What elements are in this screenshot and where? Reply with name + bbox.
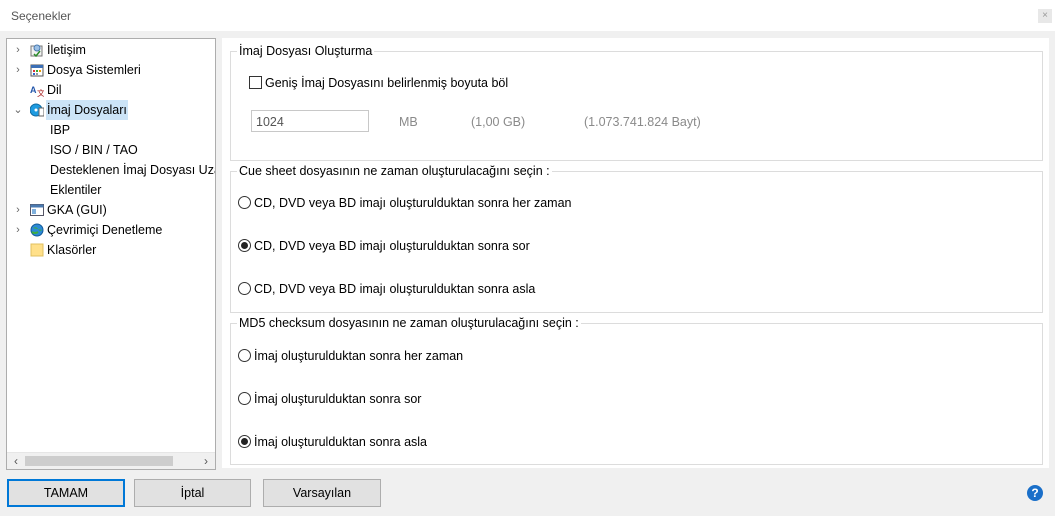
scroll-left-icon[interactable]: ‹	[8, 453, 24, 469]
md5-group: MD5 checksum dosyasının ne zaman oluştur…	[230, 316, 1043, 465]
folder-icon	[30, 243, 44, 257]
cue-option-ask[interactable]: CD, DVD veya BD imajı oluşturulduktan so…	[254, 239, 530, 253]
defaults-button[interactable]: Varsayılan	[263, 479, 381, 507]
tree-item-label: İmaj Dosyaları	[46, 100, 128, 120]
tree-item-label: Klasörler	[47, 243, 97, 257]
size-bytes: (1.073.741.824 Bayt)	[584, 115, 701, 129]
gui-icon	[30, 204, 44, 216]
group-title: İmaj Dosyası Oluşturma	[237, 44, 375, 58]
online-check-icon	[30, 223, 44, 237]
svg-text:文: 文	[37, 88, 44, 97]
help-icon[interactable]: ?	[1027, 485, 1043, 501]
tree-item-label: Çevrimiçi Denetleme	[47, 223, 163, 237]
horizontal-scrollbar[interactable]: ‹ ›	[7, 452, 215, 469]
tree-item-label: Desteklenen İmaj Dosyası Uzantıları	[50, 163, 215, 177]
tree-item-label: İletişim	[47, 43, 86, 57]
scroll-right-icon[interactable]: ›	[198, 453, 214, 469]
split-image-label: Geniş İmaj Dosyasını belirlenmiş boyuta …	[265, 76, 509, 90]
tree-item-label: Dil	[47, 83, 62, 97]
title-bar: Seçenekler ×	[0, 0, 1055, 31]
size-gb: (1,00 GB)	[471, 115, 526, 129]
md5-radio-ask[interactable]	[238, 392, 251, 405]
image-creation-group: İmaj Dosyası Oluşturma Geniş İmaj Dosyas…	[230, 44, 1043, 161]
close-icon[interactable]: ×	[1038, 9, 1052, 23]
chevron-right-icon[interactable]: ›	[13, 60, 23, 80]
tree-item-label: Eklentiler	[50, 183, 102, 197]
md5-option-ask[interactable]: İmaj oluşturulduktan sonra sor	[254, 392, 421, 406]
image-files-icon	[30, 103, 44, 117]
group-title: MD5 checksum dosyasının ne zaman oluştur…	[237, 316, 581, 330]
md5-radio-never[interactable]	[238, 435, 251, 448]
md5-option-always[interactable]: İmaj oluşturulduktan sonra her zaman	[254, 349, 463, 363]
ok-button[interactable]: TAMAM	[7, 479, 125, 507]
language-icon: A 文	[30, 85, 44, 97]
md5-option-never[interactable]: İmaj oluşturulduktan sonra asla	[254, 435, 427, 449]
chevron-right-icon[interactable]: ›	[13, 200, 23, 220]
settings-panel: İmaj Dosyası Oluşturma Geniş İmaj Dosyas…	[222, 38, 1049, 468]
split-size-input[interactable]: 1024	[251, 110, 369, 132]
cue-radio-never[interactable]	[238, 282, 251, 295]
cue-radio-ask[interactable]	[238, 239, 251, 252]
svg-text:A: A	[30, 85, 37, 95]
tree-item-label: GKA (GUI)	[47, 203, 107, 217]
group-title: Cue sheet dosyasının ne zaman oluşturula…	[237, 164, 552, 178]
options-tree[interactable]: › İletişim › Dosya Sistemleri A 文 Dil ⌄	[6, 38, 216, 470]
chevron-right-icon[interactable]: ›	[13, 220, 23, 240]
cancel-button[interactable]: İptal	[134, 479, 251, 507]
size-unit: MB	[399, 115, 418, 129]
window-title: Seçenekler	[11, 9, 72, 23]
split-image-checkbox[interactable]	[249, 76, 262, 89]
chevron-right-icon[interactable]: ›	[13, 40, 23, 60]
chevron-down-icon[interactable]: ⌄	[13, 100, 23, 120]
communication-icon	[30, 44, 43, 57]
cue-option-never[interactable]: CD, DVD veya BD imajı oluşturulduktan so…	[254, 282, 535, 296]
tree-item-label: IBP	[50, 123, 71, 137]
tree-item-label: ISO / BIN / TAO	[50, 143, 138, 157]
scroll-thumb[interactable]	[25, 456, 173, 466]
filesystems-icon	[30, 64, 44, 77]
cue-sheet-group: Cue sheet dosyasının ne zaman oluşturula…	[230, 164, 1043, 313]
tree-item-label: Dosya Sistemleri	[47, 63, 141, 77]
cue-option-always[interactable]: CD, DVD veya BD imajı oluşturulduktan so…	[254, 196, 572, 210]
md5-radio-always[interactable]	[238, 349, 251, 362]
cue-radio-always[interactable]	[238, 196, 251, 209]
